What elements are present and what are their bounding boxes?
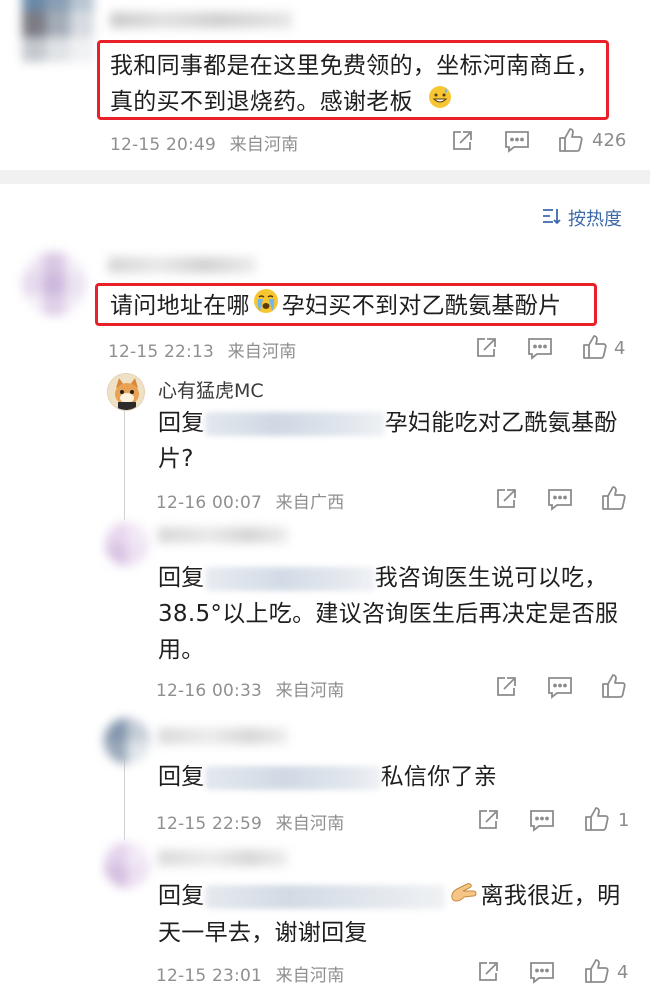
- comment-icon[interactable]: [527, 336, 553, 360]
- share-icon[interactable]: [494, 487, 518, 511]
- comment-icon[interactable]: [529, 960, 555, 984]
- pinching-hand-icon: [449, 878, 477, 915]
- like-count: 4: [614, 338, 626, 359]
- reply-text: 回复 离我很近，明 天一早去，谢谢回复: [158, 878, 628, 951]
- reply-meta: 12-15 22:59 来自河南: [156, 809, 344, 834]
- share-icon[interactable]: [476, 808, 500, 832]
- highlight-box: [97, 40, 609, 120]
- share-icon[interactable]: [476, 960, 500, 984]
- sort-icon: [542, 207, 562, 230]
- timestamp: 12-15 22:59: [156, 814, 262, 834]
- like-icon[interactable]: [582, 334, 608, 360]
- comment-icon[interactable]: [529, 808, 555, 832]
- reply-meta: 12-16 00:07 来自广西: [156, 488, 344, 513]
- reply-text: 回复 孕妇能吃对乙酰氨基酚 片?: [158, 410, 618, 472]
- username-redacted[interactable]: [158, 728, 288, 744]
- username-redacted[interactable]: [158, 527, 288, 543]
- timestamp: 12-15 22:13: [108, 342, 214, 362]
- timestamp: 12-15 20:49: [110, 135, 216, 155]
- mention-redacted[interactable]: [204, 411, 385, 436]
- username-redacted[interactable]: [110, 12, 292, 28]
- section-divider: [0, 170, 650, 184]
- mention-redacted[interactable]: [204, 765, 381, 790]
- cat-avatar-icon: [108, 374, 144, 410]
- like-icon[interactable]: [558, 127, 584, 153]
- location: 来自河南: [275, 681, 345, 701]
- share-icon[interactable]: [494, 675, 518, 699]
- comment-meta: 12-15 22:13 来自河南: [108, 337, 296, 362]
- timestamp: 12-16 00:07: [156, 493, 262, 513]
- highlight-box: [95, 283, 597, 326]
- username-redacted[interactable]: [108, 257, 256, 273]
- avatar[interactable]: [22, 252, 86, 316]
- reply-meta: 12-15 23:01 来自河南: [156, 961, 344, 986]
- share-icon[interactable]: [474, 336, 498, 360]
- timestamp: 12-16 00:33: [156, 681, 262, 701]
- like-icon[interactable]: [601, 673, 627, 699]
- location: 来自河南: [229, 135, 299, 155]
- like-icon[interactable]: [584, 958, 610, 984]
- avatar[interactable]: [104, 842, 150, 888]
- reply-text: 回复 私信你了亲: [158, 764, 498, 790]
- location: 来自广西: [275, 493, 345, 513]
- comment-icon[interactable]: [504, 129, 530, 153]
- timestamp: 12-15 23:01: [156, 966, 262, 986]
- comment-meta: 12-15 20:49 来自河南: [110, 130, 298, 155]
- avatar[interactable]: [104, 718, 150, 764]
- like-count: 426: [592, 130, 627, 151]
- username-redacted[interactable]: [158, 850, 288, 866]
- reply-meta: 12-16 00:33 来自河南: [156, 676, 344, 701]
- like-icon[interactable]: [584, 806, 610, 832]
- location: 来自河南: [227, 342, 297, 362]
- sort-by-hot-button[interactable]: 按热度: [542, 205, 622, 231]
- location: 来自河南: [275, 966, 345, 986]
- like-count: 4: [617, 962, 629, 983]
- like-count: 1: [618, 810, 630, 831]
- thread-line: [124, 410, 125, 520]
- reply-username[interactable]: 心有猛虎MC: [158, 376, 264, 403]
- mention-redacted[interactable]: [204, 566, 375, 591]
- avatar[interactable]: [22, 0, 94, 62]
- mention-redacted[interactable]: [204, 884, 445, 909]
- comment-icon[interactable]: [547, 675, 573, 699]
- reply-text: 回复 我咨询医生说可以吃， 38.5°以上吃。建议咨询医生后再决定是否服 用。: [158, 565, 619, 663]
- location: 来自河南: [275, 814, 345, 834]
- avatar[interactable]: [105, 522, 149, 566]
- avatar[interactable]: [107, 373, 145, 411]
- comment-icon[interactable]: [547, 487, 573, 511]
- like-icon[interactable]: [601, 485, 627, 511]
- share-icon[interactable]: [450, 129, 474, 153]
